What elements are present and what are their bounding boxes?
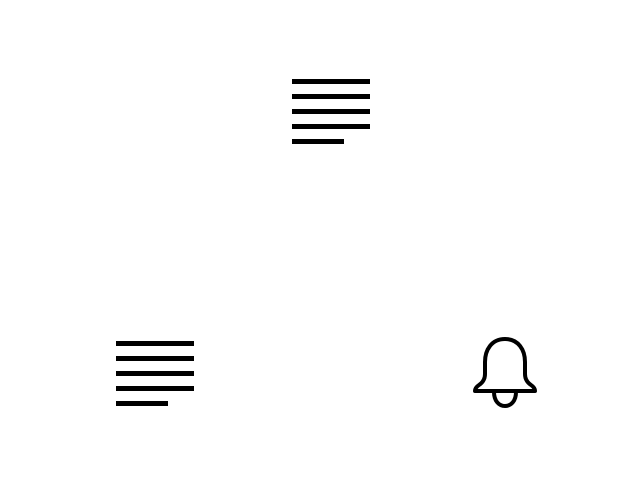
text-align-left-icon[interactable] <box>112 338 196 408</box>
bell-icon[interactable] <box>470 334 540 412</box>
text-align-left-icon[interactable] <box>288 76 372 146</box>
